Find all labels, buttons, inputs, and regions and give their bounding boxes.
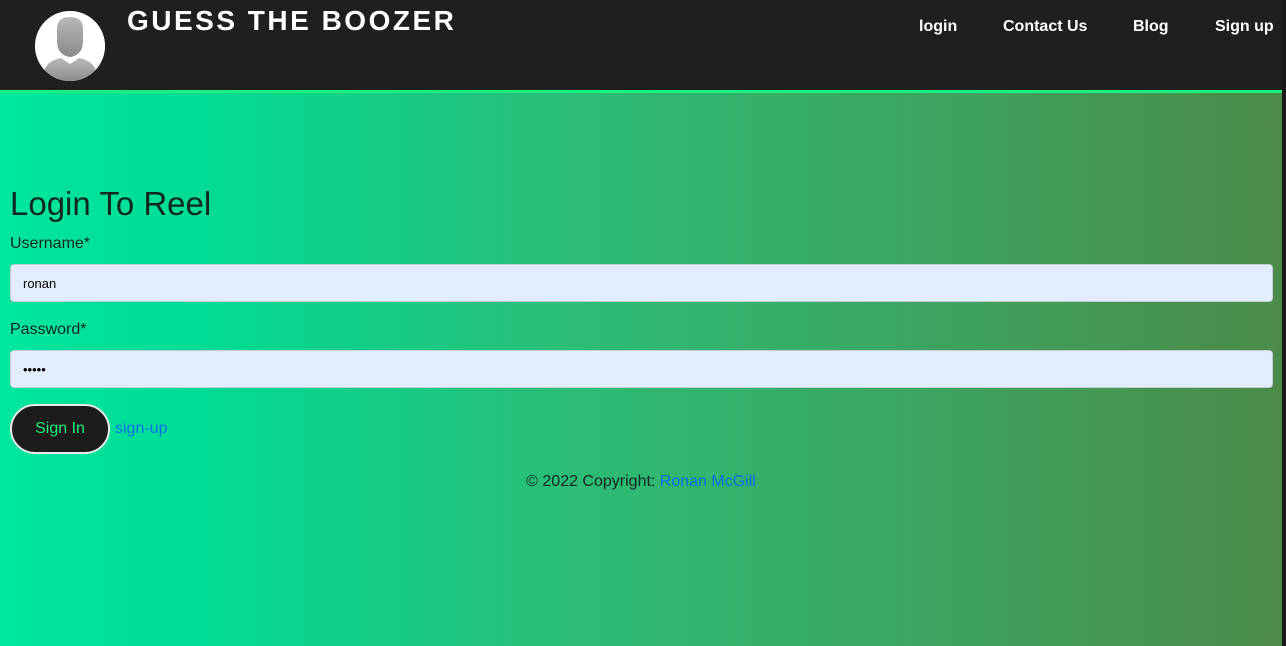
- footer-copyright: © 2022 Copyright: Ronan McGill: [0, 473, 1282, 491]
- nav-contact-link[interactable]: Contact Us: [1003, 18, 1087, 36]
- window-edge: [1282, 0, 1286, 646]
- password-label: Password*: [10, 321, 87, 338]
- login-form-title: Login To Reel: [10, 185, 212, 222]
- password-input[interactable]: [10, 350, 1273, 388]
- username-label: Username*: [10, 235, 91, 252]
- sign-in-button[interactable]: Sign In: [10, 404, 110, 454]
- nav-login-link[interactable]: login: [919, 18, 957, 36]
- top-navbar: GUESS THE BOOZER login Contact Us Blog S…: [0, 0, 1282, 93]
- author-link[interactable]: Ronan McGill: [660, 473, 756, 490]
- site-brand-title[interactable]: GUESS THE BOOZER: [127, 5, 456, 37]
- sign-up-link[interactable]: sign-up: [115, 420, 167, 438]
- copyright-text: © 2022 Copyright:: [526, 473, 660, 490]
- username-input[interactable]: [10, 264, 1273, 302]
- nav-blog-link[interactable]: Blog: [1133, 18, 1169, 36]
- user-avatar-icon[interactable]: [35, 11, 105, 81]
- nav-signup-link[interactable]: Sign up: [1215, 18, 1274, 36]
